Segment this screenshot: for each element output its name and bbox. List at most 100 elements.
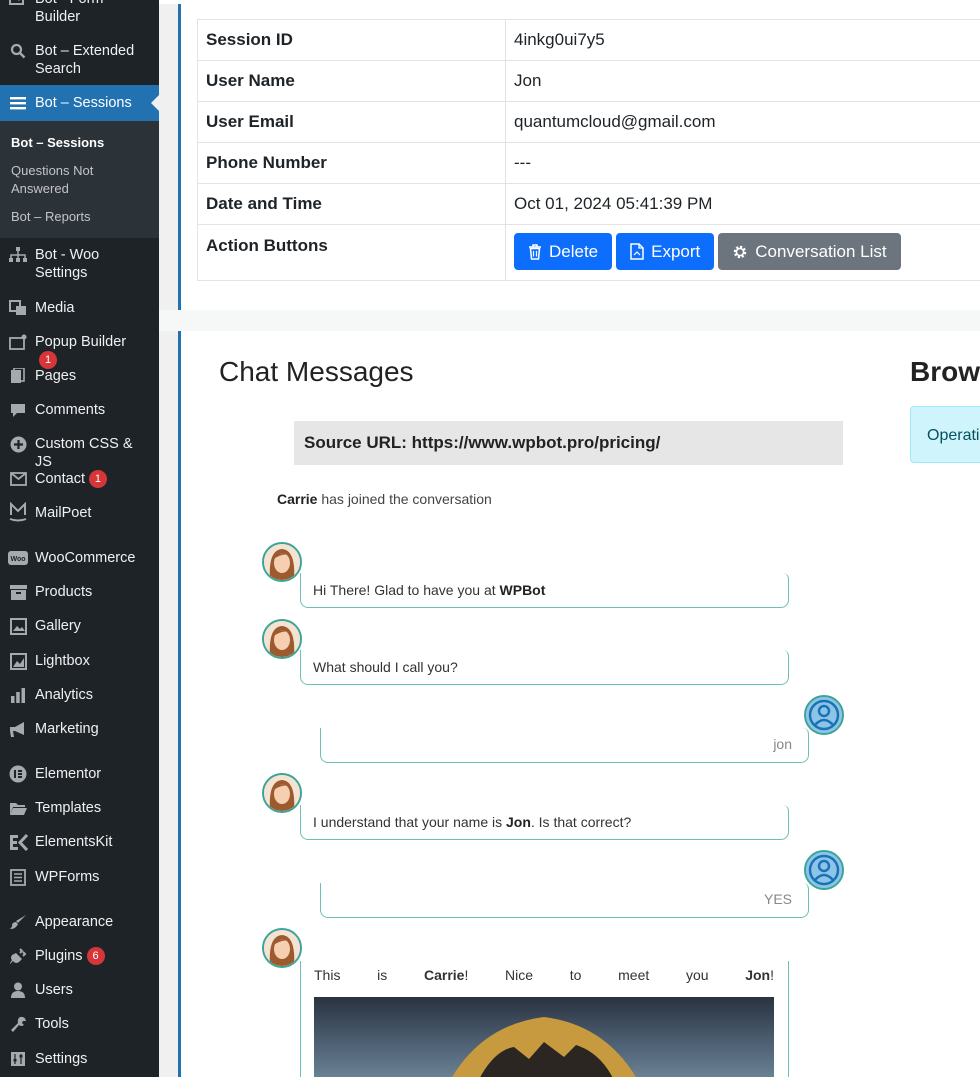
mailpoet-icon xyxy=(8,502,28,522)
svg-text:Woo: Woo xyxy=(10,556,25,563)
menu-label: Appearance xyxy=(35,914,114,930)
menu-label: Analytics xyxy=(35,687,94,703)
menu-item-contact[interactable]: Contact 1 xyxy=(0,470,159,492)
delete-button[interactable]: Delete xyxy=(514,233,613,270)
table-row: Phone Number --- xyxy=(197,142,980,184)
user-email-value: quantumcloud@gmail.com xyxy=(505,101,980,143)
media-icon xyxy=(8,299,28,317)
menu-label: Pages xyxy=(35,368,77,384)
agent-avatar-icon xyxy=(264,775,300,811)
archive-icon xyxy=(8,583,28,601)
menu-label: Elementor xyxy=(35,766,102,782)
user-avatar xyxy=(804,850,844,890)
menu-label: MailPoet xyxy=(35,505,92,521)
menu-label: ElementsKit xyxy=(35,834,113,850)
network-icon xyxy=(8,246,28,264)
agent-avatar-icon xyxy=(264,930,300,966)
export-button[interactable]: Export xyxy=(616,233,715,270)
session-id-value: 4inkg0ui7y5 xyxy=(505,19,980,61)
submenu-item-bot-sessions[interactable]: Bot – Sessions xyxy=(11,134,151,152)
submenu-item-questions-not-answered[interactable]: Questions Not Answered xyxy=(11,162,131,198)
table-row: Date and Time Oct 01, 2024 05:41:39 PM xyxy=(197,183,980,225)
source-url-bar: Source URL: https://www.wpbot.pro/pricin… xyxy=(294,421,843,465)
menu-item-settings[interactable]: Settings xyxy=(0,1050,159,1072)
menu-label: Contact xyxy=(35,471,85,487)
bot-message-bubble: Hi There! Glad to have you at WPBot xyxy=(300,573,789,608)
action-buttons-cell: Delete Export Conversation List xyxy=(505,224,980,281)
menu-item-marketing[interactable]: Marketing xyxy=(0,720,159,742)
browser-section-title: Browser xyxy=(910,356,980,387)
user-avatar-icon xyxy=(806,697,842,733)
user-name-value: Jon xyxy=(505,60,980,102)
date-time-label: Date and Time xyxy=(197,183,506,225)
bot-avatar xyxy=(262,928,302,968)
conversation-list-button[interactable]: Conversation List xyxy=(718,233,901,270)
chat-messages-title: Chat Messages xyxy=(219,356,414,387)
menu-item-custom-css-js[interactable]: Custom CSS & JS xyxy=(0,435,159,470)
menu-item-plugins[interactable]: Plugins 6 xyxy=(0,947,159,969)
gear-icon xyxy=(734,245,747,258)
menu-item-wpforms[interactable]: WPForms xyxy=(0,868,159,890)
menu-item-templates[interactable]: Templates xyxy=(0,799,159,821)
agent-avatar-icon xyxy=(264,621,300,657)
plugin-icon xyxy=(8,947,28,965)
bar-chart-icon xyxy=(8,686,28,704)
bot-avatar xyxy=(262,619,302,659)
bot-message-bubble: What should I call you? xyxy=(300,650,789,685)
menu-label: Media xyxy=(35,300,75,316)
menu-item-bot-form-builder[interactable]: Bot - Form Builder xyxy=(0,0,159,26)
woo-icon: Woo xyxy=(8,549,28,567)
menu-item-pages[interactable]: Pages xyxy=(0,367,159,389)
admin-sidebar: Bot - Form Builder Bot – Extended Search… xyxy=(0,0,159,1077)
menu-label: Products xyxy=(35,584,93,600)
menu-item-lightbox[interactable]: Lightbox xyxy=(0,652,159,674)
delete-label: Delete xyxy=(549,241,599,261)
menu-label: WPForms xyxy=(35,869,100,885)
conversation-list-label: Conversation List xyxy=(755,241,887,261)
menu-label: Bot – Sessions xyxy=(35,95,132,111)
menu-item-appearance[interactable]: Appearance xyxy=(0,913,159,935)
bot-message-bubble: I understand that your name is Jon. Is t… xyxy=(300,805,789,840)
menu-item-bot-extended-search[interactable]: Bot – Extended Search xyxy=(0,42,159,78)
menu-item-elementskit[interactable]: ElementsKit xyxy=(0,833,159,855)
session-id-label: Session ID xyxy=(197,19,506,61)
table-row: User Name Jon xyxy=(197,60,980,102)
menu-item-users[interactable]: Users xyxy=(0,981,159,1003)
bot-avatar xyxy=(262,542,302,582)
mail-icon xyxy=(8,470,28,488)
menu-item-analytics[interactable]: Analytics xyxy=(0,686,159,708)
menu-item-products[interactable]: Products xyxy=(0,583,159,605)
agent-avatar-icon xyxy=(264,544,300,580)
menu-item-bot-sessions[interactable]: Bot – Sessions xyxy=(0,85,159,121)
menu-item-comments[interactable]: Comments xyxy=(0,401,159,423)
menu-label: Bot - Woo Settings xyxy=(35,247,100,281)
bot-avatar xyxy=(262,773,302,813)
search-icon xyxy=(8,42,28,60)
bot-message-bubble: This is Carrie! Nice to meet you Jon! xyxy=(300,961,789,1077)
table-row: Session ID 4inkg0ui7y5 xyxy=(197,19,980,61)
table-row: User Email quantumcloud@gmail.com xyxy=(197,101,980,143)
settings-icon xyxy=(8,1050,28,1068)
menu-item-tools[interactable]: Tools xyxy=(0,1015,159,1037)
agent-name: Carrie xyxy=(277,491,318,507)
menu-item-popup-builder[interactable]: Popup Builder1 xyxy=(0,333,159,369)
menu-item-woocommerce[interactable]: Woo WooCommerce xyxy=(0,549,159,571)
menu-item-media[interactable]: Media xyxy=(0,299,159,321)
megaphone-icon xyxy=(8,720,28,738)
action-buttons-label: Action Buttons xyxy=(197,224,506,281)
agent-joined-notice: Carrie has joined the conversation xyxy=(277,491,492,507)
menu-label: Lightbox xyxy=(35,653,90,669)
menu-item-bot-woo-settings[interactable]: Bot - Woo Settings xyxy=(0,246,159,282)
menu-label: Bot - Form Builder xyxy=(35,0,103,25)
bot-greeting-text: This is Carrie! Nice to meet you Jon! xyxy=(314,967,774,983)
file-export-icon xyxy=(630,243,644,260)
menu-item-elementor[interactable]: Elementor xyxy=(0,765,159,787)
elementskit-icon xyxy=(8,833,28,851)
export-label: Export xyxy=(651,241,701,261)
submenu-item-bot-reports[interactable]: Bot – Reports xyxy=(11,208,151,226)
menu-item-gallery[interactable]: Gallery xyxy=(0,617,159,639)
lightbox-icon xyxy=(8,652,28,670)
menu-item-mailpoet[interactable]: MailPoet xyxy=(0,502,159,526)
brush-icon xyxy=(8,913,28,931)
session-details-table: Session ID 4inkg0ui7y5 User Name Jon Use… xyxy=(197,19,980,281)
